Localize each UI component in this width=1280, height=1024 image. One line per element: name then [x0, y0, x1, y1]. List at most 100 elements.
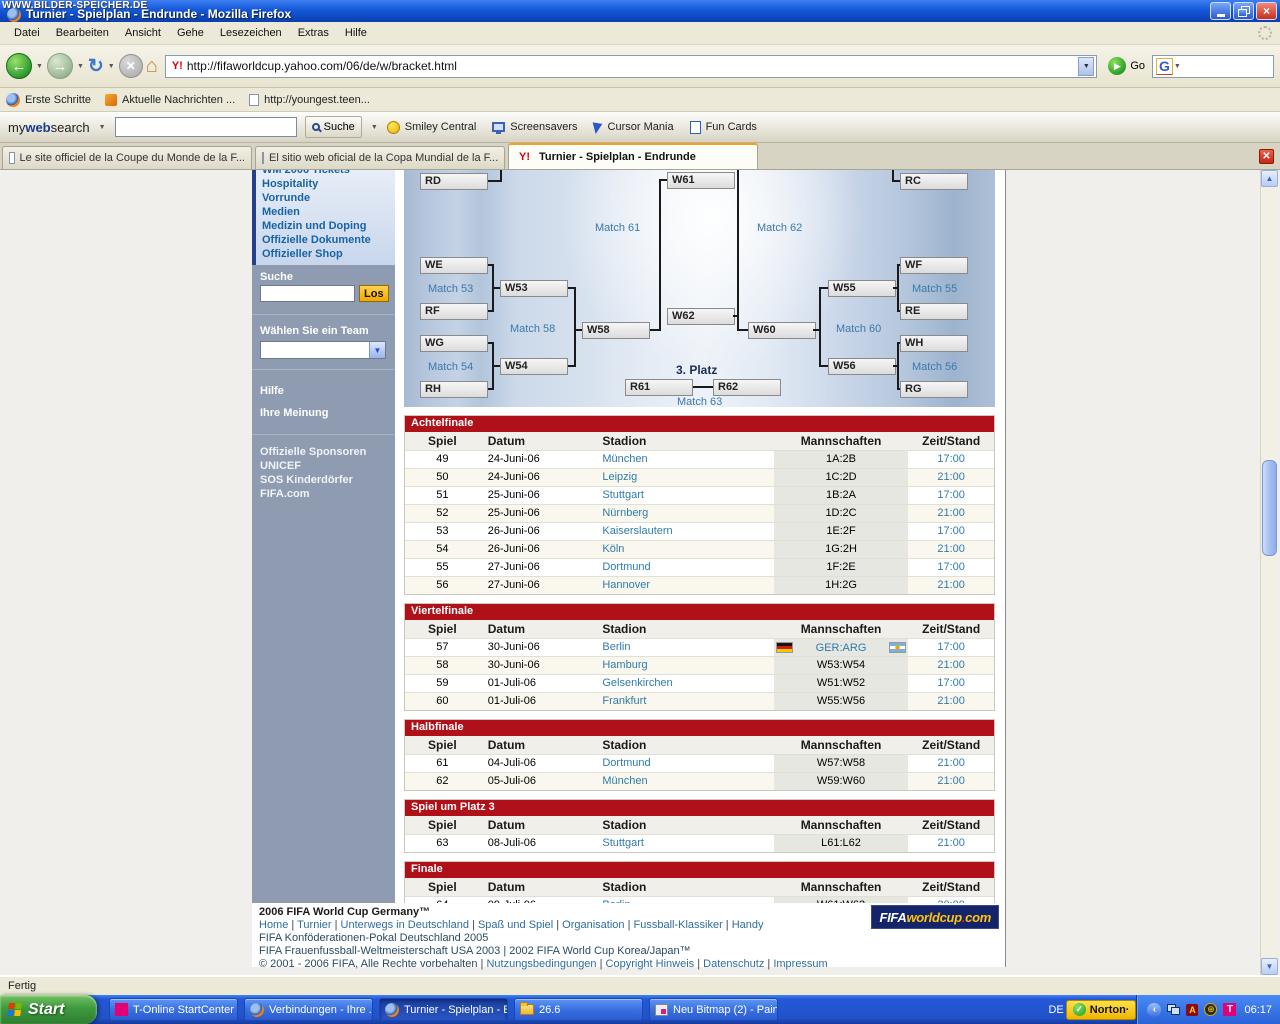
footer-link-nutzungsbedingungen[interactable]: Nutzungsbedingungen: [486, 958, 596, 970]
footer-link-datenschutz[interactable]: Datenschutz: [703, 958, 764, 970]
footer-link-impressum[interactable]: Impressum: [773, 958, 827, 970]
scroll-down-icon[interactable]: ▼: [1261, 958, 1278, 975]
taskbar-task[interactable]: T-Online StartCenter ...: [109, 998, 238, 1021]
time-link[interactable]: 21:00: [937, 471, 965, 483]
stadium-link[interactable]: Köln: [602, 543, 624, 555]
footer-link-handy[interactable]: Handy: [732, 919, 764, 931]
minimize-button[interactable]: [1210, 2, 1231, 20]
google-icon[interactable]: G: [1156, 58, 1173, 75]
menu-ansicht[interactable]: Ansicht: [117, 24, 169, 42]
stadium-link[interactable]: München: [602, 775, 647, 787]
stop-button[interactable]: ✕: [119, 54, 143, 78]
sidebar-search-button[interactable]: Los: [359, 285, 389, 302]
mws-search-button[interactable]: Suche: [305, 116, 362, 138]
go-label[interactable]: Go: [1130, 60, 1145, 72]
footer-link-copyright-hinweis[interactable]: Copyright Hinweis: [606, 958, 695, 970]
tab-2[interactable]: El sitio web oficial de la Copa Mundial …: [255, 146, 505, 169]
reload-dropdown-icon[interactable]: ▼: [108, 63, 115, 70]
time-link[interactable]: 21:00: [937, 659, 965, 671]
menu-hilfe[interactable]: Hilfe: [337, 24, 375, 42]
scroll-up-icon[interactable]: ▲: [1261, 170, 1278, 187]
sidebar-item-medizin-und-doping[interactable]: Medizin und Doping: [256, 219, 395, 233]
close-button[interactable]: ×: [1256, 2, 1277, 20]
time-link[interactable]: 21:00: [937, 757, 965, 769]
google-dropdown-icon[interactable]: ▼: [1174, 63, 1181, 70]
restore-button[interactable]: [1233, 2, 1254, 20]
sidebar-item-hospitality[interactable]: Hospitality: [256, 177, 395, 191]
stadium-link[interactable]: Frankfurt: [602, 695, 646, 707]
mws-link-cursor-mania[interactable]: Cursor Mania: [594, 121, 674, 133]
url-dropdown-button[interactable]: ▼: [1078, 57, 1094, 76]
sidebar-search-input[interactable]: [260, 285, 355, 302]
mywebsearch-dropdown-icon[interactable]: ▼: [99, 124, 106, 131]
stadium-link[interactable]: Berlin: [602, 641, 630, 653]
team-select-dropdown[interactable]: ▼: [260, 341, 386, 359]
footer-link-spa-und-spiel[interactable]: Spaß und Spiel: [478, 919, 553, 931]
time-link[interactable]: 21:00: [937, 579, 965, 591]
sidebar-sponsor-offizielle-sponsoren[interactable]: Offizielle Sponsoren: [252, 445, 395, 459]
taskbar-task[interactable]: Verbindungen - Ihre ...: [244, 998, 373, 1021]
mws-link-fun-cards[interactable]: Fun Cards: [690, 121, 757, 134]
mws-link-smiley-central[interactable]: Smiley Central: [387, 121, 477, 134]
bookmark-item[interactable]: Erste Schritte: [6, 93, 91, 107]
sidebar-item-wm-2006-tickets[interactable]: WM 2006 Tickets: [256, 170, 395, 177]
time-link[interactable]: 17:00: [937, 453, 965, 465]
bookmark-item[interactable]: Aktuelle Nachrichten ...: [105, 94, 235, 106]
time-link[interactable]: 17:00: [937, 561, 965, 573]
sidebar-item-offizieller-shop[interactable]: Offizieller Shop: [256, 247, 395, 261]
sidebar-item-ihre-meinung[interactable]: Ihre Meinung: [252, 402, 395, 424]
footer-link-organisation[interactable]: Organisation: [562, 919, 624, 931]
tab-close-icon[interactable]: ✕: [1259, 149, 1274, 164]
norton-badge[interactable]: ✓ Norton·: [1066, 1000, 1137, 1020]
bookmark-item[interactable]: http://youngest.teen...: [249, 94, 370, 106]
sidebar-item-offizielle-dokumente[interactable]: Offizielle Dokumente: [256, 233, 395, 247]
stadium-link[interactable]: Leipzig: [602, 471, 637, 483]
sidebar-sponsor-fifa-com[interactable]: FIFA.com: [252, 487, 395, 501]
mws-search-dropdown-icon[interactable]: ▼: [371, 124, 378, 131]
time-link[interactable]: 21:00: [937, 695, 965, 707]
time-link[interactable]: 21:00: [937, 543, 965, 555]
footer-link-unterwegs-in-deutschland[interactable]: Unterwegs in Deutschland: [341, 919, 469, 931]
sidebar-item-vorrunde[interactable]: Vorrunde: [256, 191, 395, 205]
menu-lesezeichen[interactable]: Lesezeichen: [212, 24, 290, 42]
tab-1[interactable]: Le site officiel de la Coupe du Monde de…: [2, 146, 252, 169]
sidebar-item-medien[interactable]: Medien: [256, 205, 395, 219]
taskbar-task[interactable]: Turnier - Spielplan - E...: [379, 998, 508, 1021]
sidebar-sponsor-unicef[interactable]: UNICEF: [252, 459, 395, 473]
back-button[interactable]: ←: [6, 53, 32, 79]
time-link[interactable]: 17:00: [937, 641, 965, 653]
time-link[interactable]: 21:00: [937, 837, 965, 849]
stadium-link[interactable]: Kaiserslautern: [602, 525, 672, 537]
footer-link-turnier[interactable]: Turnier: [297, 919, 331, 931]
time-link[interactable]: 17:00: [937, 489, 965, 501]
taskbar-task[interactable]: 26.6: [514, 998, 643, 1021]
antivirus-icon[interactable]: A: [1186, 1004, 1198, 1016]
stadium-link[interactable]: Stuttgart: [602, 837, 644, 849]
teams-link[interactable]: GER:ARG: [816, 640, 867, 656]
sidebar-item-hilfe[interactable]: Hilfe: [252, 380, 395, 402]
stadium-link[interactable]: Dortmund: [602, 561, 650, 573]
time-link[interactable]: 17:00: [937, 677, 965, 689]
time-link[interactable]: 21:00: [937, 507, 965, 519]
start-button[interactable]: Start: [0, 995, 97, 1024]
menu-gehe[interactable]: Gehe: [169, 24, 212, 42]
stadium-link[interactable]: Gelsenkirchen: [602, 677, 672, 689]
taskbar-clock[interactable]: 06:17: [1242, 1004, 1272, 1016]
forward-dropdown-icon[interactable]: ▼: [77, 63, 84, 70]
menu-datei[interactable]: Datei: [6, 24, 48, 42]
time-link[interactable]: 17:00: [937, 525, 965, 537]
language-indicator[interactable]: DE: [1048, 1004, 1065, 1016]
footer-link-home[interactable]: Home: [259, 919, 288, 931]
mywebsearch-input[interactable]: [115, 117, 297, 137]
menu-bearbeiten[interactable]: Bearbeiten: [48, 24, 117, 42]
google-search-input[interactable]: [1182, 59, 1270, 74]
network-icon[interactable]: [1167, 1004, 1180, 1015]
tray-chevron-icon[interactable]: ‹: [1147, 1003, 1161, 1017]
footer-link-fussball-klassiker[interactable]: Fussball-Klassiker: [634, 919, 723, 931]
mywebsearch-logo[interactable]: mywebsearch: [8, 120, 90, 135]
mws-link-screensavers[interactable]: Screensavers: [492, 121, 577, 133]
stadium-link[interactable]: Hamburg: [602, 659, 647, 671]
forward-button[interactable]: →: [47, 53, 73, 79]
time-link[interactable]: 21:00: [937, 775, 965, 787]
reload-button[interactable]: ↻: [88, 55, 104, 78]
